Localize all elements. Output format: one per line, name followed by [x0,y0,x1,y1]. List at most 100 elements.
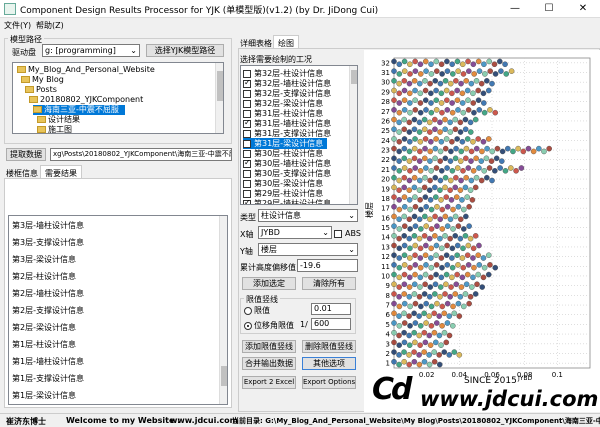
condition-list[interactable]: 第32层-柱设计信息第32层-墙柱设计信息第32层-支撑设计信息第32层-梁设计… [240,65,358,205]
drive-select[interactable]: g: [programming] ⌄ [42,44,140,57]
scroll-thumb[interactable] [217,71,223,101]
x-axis-select[interactable]: JYBD ⌄ [258,226,332,239]
data-point [454,242,461,249]
abs-checkbox[interactable]: ABS [334,229,361,238]
add-selected-button[interactable]: 添加选定 [242,277,296,290]
tree-node[interactable]: 20180802_YJKComponent [29,95,143,105]
tree-scrollbar[interactable] [215,63,223,133]
data-point [444,68,451,74]
checkbox-icon[interactable] [243,118,251,128]
list-item[interactable]: 第1层-柱设计信息 [12,339,76,350]
list-item[interactable]: 第2层-柱设计信息 [12,271,76,282]
data-point [502,61,508,68]
type-select[interactable]: 柱设计信息 ⌄ [258,209,358,222]
extract-data-button[interactable]: 提取数据 [6,148,46,161]
list-item[interactable]: 第3层-支撑设计信息 [12,237,84,248]
drift-input[interactable]: 600 [311,318,351,330]
data-point [541,148,547,155]
checkbox-icon[interactable] [243,89,251,98]
data-point [391,291,397,297]
list-item[interactable]: 第1层-梁设计信息 [12,390,76,401]
data-point [428,90,434,97]
merge-output-button[interactable]: 合并输出数据 [242,357,296,370]
tree-node[interactable]: 施工图 [37,125,72,133]
data-point [391,145,397,152]
checkbox-icon[interactable] [243,149,251,158]
checkbox-icon[interactable] [243,129,251,138]
data-point [391,78,397,84]
menu-help[interactable]: 帮助(Z) [36,20,64,31]
data-point [396,177,402,184]
data-point [427,129,433,135]
data-point [447,119,453,126]
checkbox-icon[interactable] [243,169,251,178]
list-item[interactable]: 第1层-墙柱设计信息 [12,356,84,367]
select-model-path-button[interactable]: 选择YJK模型路径 [146,44,224,57]
export-options-button[interactable]: Export Options [302,376,356,389]
menu-file[interactable]: 文件(Y) [4,20,31,31]
results-list[interactable]: 第3层-墙柱设计信息 第3层-支撑设计信息 第3层-梁设计信息 第2层-柱设计信… [8,215,228,405]
other-options-button[interactable]: 其他选项 [302,357,356,370]
data-point [449,264,456,271]
checkbox-icon[interactable] [243,158,251,168]
export-excel-button[interactable]: Export 2 Excel [242,376,296,389]
data-point [401,262,408,268]
data-point [417,255,424,261]
data-point [432,78,439,84]
results-scrollbar[interactable] [219,216,227,404]
data-point [391,271,397,278]
data-point [396,361,402,368]
list-item[interactable]: 第2层-墙柱设计信息 [12,288,84,299]
close-button[interactable]: ✕ [566,0,600,18]
y-axis-select[interactable]: 楼层 ⌄ [258,243,358,256]
drift-radio[interactable]: 位移角限值 [244,320,294,331]
limit-radio[interactable]: 限值 [244,305,270,316]
tree-node[interactable]: My Blog [21,75,64,85]
delete-limit-line-button[interactable]: 删除限值竖线 [302,340,356,353]
condition-item[interactable]: 第29层-墙柱设计信息 [243,198,335,204]
data-point [406,352,412,358]
data-point [412,87,418,94]
scroll-thumb[interactable] [221,366,227,386]
checkbox-icon[interactable] [243,198,251,204]
checkbox-icon[interactable] [243,109,251,118]
data-point [426,235,433,242]
data-point [465,107,472,113]
data-point [406,187,413,193]
maximize-button[interactable]: ☐ [532,0,566,18]
data-point [463,155,469,162]
data-point [481,109,488,116]
scroll-thumb[interactable] [351,70,357,84]
clear-all-button[interactable]: 清除所有 [302,277,356,290]
checkbox-icon[interactable] [243,179,251,188]
folder-tree[interactable]: My_Blog_And_Personal_Website My Blog Pos… [12,62,224,134]
list-item[interactable]: 第3层-梁设计信息 [12,254,76,265]
data-point [391,107,397,113]
list-item[interactable]: 第1层-支撑设计信息 [12,373,84,384]
list-item[interactable]: 第3层-墙柱设计信息 [12,220,84,231]
data-point [460,303,467,310]
condition-scrollbar[interactable] [349,66,357,204]
path-field[interactable]: xg\Posts\20180802_YJKComponent\海南三亚-中震不屈… [50,148,232,161]
checkbox-icon[interactable] [243,69,251,78]
checkbox-icon[interactable] [243,139,251,148]
data-point [443,281,449,288]
checkbox-icon[interactable] [243,78,251,88]
tree-node[interactable]: 设计结果 [37,115,80,125]
data-point [436,361,443,368]
limit-input[interactable]: 0.01 [311,303,351,315]
list-item[interactable]: 第2层-支撑设计信息 [12,305,84,316]
drift-prefix: 1/ [300,320,308,329]
tree-node-selected[interactable]: 海南三亚-中震不屈服 [33,105,125,115]
list-item[interactable]: 第2层-梁设计信息 [12,322,76,333]
tree-node[interactable]: My_Blog_And_Personal_Website [17,65,155,75]
add-limit-line-button[interactable]: 添加限值竖线 [242,340,296,353]
data-point [433,107,440,113]
checkbox-icon[interactable] [243,99,251,108]
data-point [391,358,397,365]
offset-input[interactable]: -19.6 [297,259,358,272]
data-point [421,126,428,133]
checkbox-icon[interactable] [243,189,251,198]
tree-node[interactable]: Posts [25,85,57,95]
minimize-button[interactable]: — [498,0,532,18]
